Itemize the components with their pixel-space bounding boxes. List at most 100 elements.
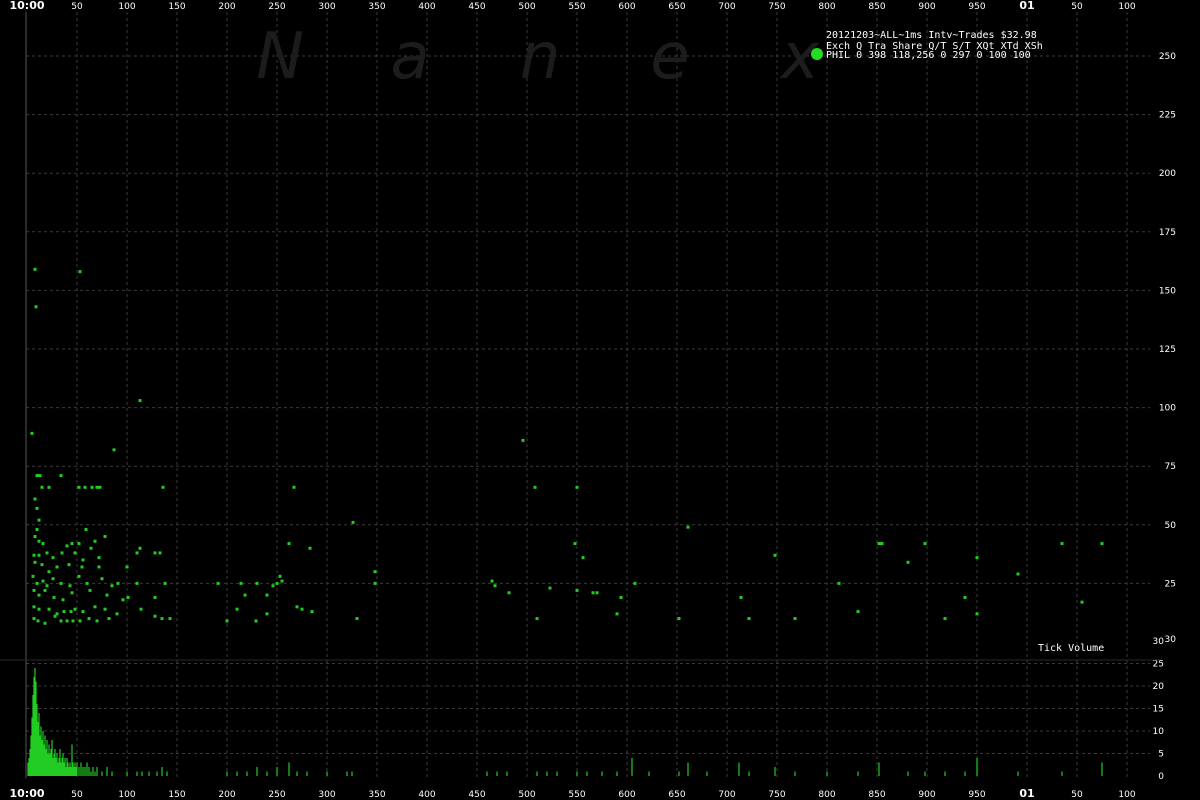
scatter-point [47, 570, 51, 574]
scatter-point [747, 617, 751, 621]
scatter-point [78, 619, 82, 623]
scatter-point [51, 556, 55, 560]
scatter-point [81, 558, 85, 562]
scatter-point [83, 485, 87, 489]
scatter-point [33, 560, 37, 564]
x-axis-top: 10:00 50 100 150 200 250 300 350 400 450 500 550 600… [9, 0, 1135, 12]
x-tick-label: 650 [668, 2, 685, 12]
grid-layer [26, 12, 1150, 778]
scatter-point [35, 527, 39, 531]
scatter-point [1080, 600, 1084, 604]
scatter-point [619, 595, 623, 599]
scatter-point [115, 612, 119, 616]
scatter-point [33, 535, 37, 539]
y-tick-label: 15 [1153, 705, 1164, 715]
scatter-point [32, 553, 36, 557]
watermark-letter: N [256, 20, 304, 94]
scatter-point [295, 605, 299, 609]
scatter-point [633, 581, 637, 585]
x-tick-label: 100 [1118, 790, 1135, 800]
scatter-point [103, 607, 107, 611]
y-tick-label: 50 [1165, 521, 1177, 531]
scatter-point [139, 607, 143, 611]
scatter-point [70, 591, 74, 595]
y-tick-label: 25 [1153, 660, 1164, 670]
scatter-point [35, 474, 39, 478]
x-tick-label: 50 [71, 2, 83, 12]
chart-canvas: Nanex 10:00 50 100 150 200 250 300 350 400 450 500… [0, 0, 1176, 800]
scatter-point [239, 581, 243, 585]
scatter-point [70, 542, 74, 546]
scatter-point [160, 617, 164, 621]
scatter-point [37, 539, 41, 543]
scatter-point [51, 577, 55, 581]
scatter-point [77, 574, 81, 578]
x-tick-label: 10:00 [9, 787, 44, 800]
scatter-point [35, 506, 39, 510]
x-tick-label: 550 [568, 2, 585, 12]
scatter-point [161, 485, 165, 489]
y-axis-upper: 25 50 75 100 125 150 175 200 225 250 30 [1159, 52, 1176, 645]
scatter-point [300, 607, 304, 611]
scatter-point [773, 553, 777, 557]
scatter-point [275, 581, 279, 585]
scatter-point [225, 619, 229, 623]
scatter-point [521, 438, 525, 442]
x-tick-label: 250 [268, 790, 285, 800]
scatter-point [105, 593, 109, 597]
y-axis-lower: 0 5 10 15 20 25 30 [1153, 637, 1165, 782]
scatter-point [37, 593, 41, 597]
scatter-point [943, 617, 947, 621]
scatter-point [975, 612, 979, 616]
scatter-point [41, 579, 45, 583]
scatter-point [686, 525, 690, 529]
scatter-point [548, 586, 552, 590]
scatter-point [507, 591, 511, 595]
scatter-point [65, 544, 69, 548]
scatter-point [615, 612, 619, 616]
scatter-point [33, 497, 37, 501]
scatter-point [856, 610, 860, 614]
scatter-point [88, 588, 92, 592]
scatter-point [77, 542, 81, 546]
scatter-point [355, 617, 359, 621]
x-tick-label: 200 [218, 790, 235, 800]
scatter-point [43, 621, 47, 625]
x-tick-label: 450 [468, 790, 485, 800]
scatter-point [97, 565, 101, 569]
y-tick-label: 150 [1159, 286, 1176, 296]
scatter-point [40, 563, 44, 567]
x-tick-label: 800 [818, 790, 835, 800]
scatter-point [235, 607, 239, 611]
x-tick-label: 850 [868, 790, 885, 800]
x-tick-label: 450 [468, 2, 485, 12]
scatter-point [923, 542, 927, 546]
x-tick-label: 01 [1019, 0, 1034, 12]
scatter-point [35, 581, 39, 585]
scatter-point [90, 485, 94, 489]
scatter-point [68, 584, 72, 588]
y-tick-label: 20 [1153, 682, 1165, 692]
tick-volume-series [27, 668, 1103, 776]
y-tick-label: 250 [1159, 52, 1176, 62]
x-tick-label: 500 [518, 2, 535, 12]
scatter-point [135, 581, 139, 585]
scatter-point [93, 605, 97, 609]
scatter-point [52, 595, 56, 599]
scatter-point [33, 267, 37, 271]
x-tick-label: 350 [368, 790, 385, 800]
scatter-point [308, 546, 312, 550]
x-tick-label: 150 [168, 790, 185, 800]
scatter-point [739, 595, 743, 599]
x-tick-label: 50 [71, 790, 83, 800]
scatter-point [47, 485, 51, 489]
scatter-point [32, 605, 36, 609]
scatter-point [1016, 572, 1020, 576]
scatter-point [310, 610, 314, 614]
x-tick-label: 850 [868, 2, 885, 12]
scatter-point [43, 588, 47, 592]
scatter-point [80, 565, 84, 569]
scatter-point [963, 595, 967, 599]
scatter-point [77, 485, 81, 489]
scatter-point [53, 614, 57, 618]
